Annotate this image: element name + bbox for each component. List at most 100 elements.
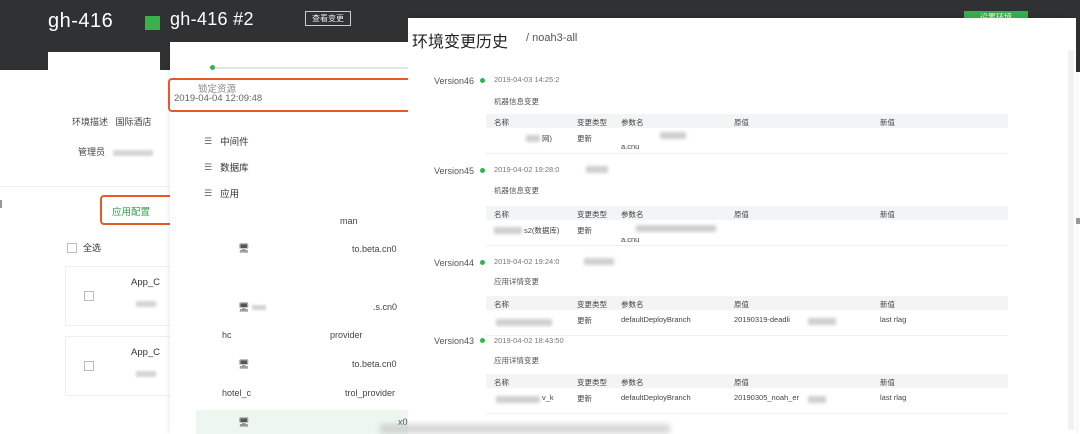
cell-new: last rlag <box>880 393 907 402</box>
cell-param: a.cnu <box>621 235 640 244</box>
col-type: 变更类型 <box>577 300 607 309</box>
host-name: .s.cn0 <box>373 302 398 312</box>
col-new: 新值 <box>880 378 895 387</box>
app-card[interactable]: App_C <box>65 266 172 326</box>
version-time: 2019-04-02 19:24:0 <box>494 257 560 266</box>
edge-marker <box>0 200 2 208</box>
host-name: to.beta.cn0 <box>352 244 397 254</box>
cell-type: 更新 <box>577 394 592 403</box>
app-name: App_C <box>131 277 161 288</box>
select-all-row[interactable]: 全选 <box>67 241 101 254</box>
env-desc-value: 国际酒店 <box>115 117 152 127</box>
monitor-icon: 🖥 <box>238 359 250 369</box>
env-desc-label: 环境描述 <box>72 117 109 127</box>
col-param: 参数名 <box>621 210 644 219</box>
redacted-app-info <box>136 301 156 307</box>
col-new: 新值 <box>880 300 895 309</box>
col-name: 名称 <box>494 378 509 387</box>
redacted-time <box>586 166 608 173</box>
col-param: 参数名 <box>621 118 644 127</box>
change-table: 名称 变更类型 参数名 原值 新值 网) 更新 a.cnu <box>486 114 1008 154</box>
host-row-selected[interactable]: 🖥 <box>238 417 249 428</box>
version-time: 2019-04-03 14:25:2 <box>494 75 560 84</box>
app-checkbox[interactable] <box>84 291 94 301</box>
list-icon: ☰ <box>204 161 213 172</box>
cell-type: 更新 <box>577 316 592 325</box>
cell-type: 更新 <box>577 134 592 143</box>
table-row: 更新 defaultDeployBranch 20190319-deadli l… <box>486 310 1008 336</box>
select-all-checkbox[interactable] <box>67 242 77 253</box>
env-build-title: gh-416 #2 <box>170 9 254 29</box>
list-icon: ☰ <box>204 187 213 198</box>
monitor-icon: 🖥 <box>238 417 250 427</box>
redacted-admin <box>112 149 153 156</box>
history-dialog: 环境变更历史 / noah3-all Version46 2019-04-03 … <box>408 18 1076 434</box>
timeline-dot <box>480 260 485 265</box>
cell-type: 更新 <box>577 226 592 235</box>
timeline-dot <box>480 168 485 173</box>
app-group-label: man <box>340 216 358 226</box>
app-card[interactable]: App_C <box>65 336 172 396</box>
progress-track <box>210 65 422 70</box>
col-type: 变更类型 <box>577 118 607 127</box>
tree-item-middleware[interactable]: ☰ 中间件 <box>204 134 249 149</box>
tree-label: 应用 <box>220 189 240 200</box>
redacted-old <box>808 396 826 403</box>
change-category: 应用详情变更 <box>494 356 539 365</box>
col-name: 名称 <box>494 118 509 127</box>
change-table: 名称 变更类型 参数名 原值 新值 s2(数据库) 更新 a.cnu <box>486 206 1008 246</box>
timeline-dot <box>480 78 485 83</box>
col-new: 新值 <box>880 210 895 219</box>
change-category: 应用详情变更 <box>494 277 539 286</box>
redacted-name <box>494 227 522 234</box>
cell-old: 20190319-deadli <box>734 315 790 324</box>
timeline-dot <box>480 338 485 343</box>
tree-item-database[interactable]: ☰ 数据库 <box>204 160 249 175</box>
redacted-host <box>251 305 266 310</box>
host-row[interactable]: 🖥 <box>238 243 249 254</box>
env-panel-middle: gh-416 #2 查看变更 锁定资源 2019-04-04 12:09:48 … <box>160 0 422 434</box>
app-checkbox[interactable] <box>84 361 94 371</box>
list-icon: ☰ <box>204 135 213 146</box>
table-header: 名称 变更类型 参数名 原值 新值 <box>486 374 1008 388</box>
tree-label: 中间件 <box>220 137 249 148</box>
dialog-subtitle: / noah3-all <box>526 32 578 44</box>
dialog-title: 环境变更历史 <box>412 34 509 51</box>
col-type: 变更类型 <box>577 210 607 219</box>
env-title: gh-416 <box>48 10 114 32</box>
redacted-name <box>496 396 540 403</box>
env-admin-row: 管理员 <box>78 145 153 158</box>
app-group-label: trol_provider <box>345 388 396 398</box>
redacted-time <box>584 258 614 265</box>
change-category: 机器信息变更 <box>494 186 539 195</box>
cell-new: last rlag <box>880 315 907 324</box>
col-name: 名称 <box>494 300 509 309</box>
select-all-label: 全选 <box>83 243 102 253</box>
scrollbar[interactable] <box>1068 50 1074 430</box>
app-group-label: provider <box>330 330 363 340</box>
edge-marker <box>1076 218 1080 224</box>
monitor-icon: 🖥 <box>238 302 250 312</box>
tree-item-application[interactable]: ☰ 应用 <box>204 186 240 201</box>
env-panel-back: gh-416 环境描述 国际酒店 管理员 应用配置 全选 App_C App_C <box>0 0 172 434</box>
lock-resource-box: 锁定资源 2019-04-04 12:09:48 <box>168 78 422 112</box>
change-table: 名称 变更类型 参数名 原值 新值 v_k 更新 defaultDeployBr… <box>486 374 1008 414</box>
col-param: 参数名 <box>621 378 644 387</box>
tab-app-config-label: 应用配置 <box>112 207 151 218</box>
col-name: 名称 <box>494 210 509 219</box>
host-row[interactable]: 🖥 <box>238 359 249 370</box>
view-changes-button[interactable]: 查看变更 <box>305 11 351 26</box>
host-name: to.beta.cn0 <box>352 359 397 369</box>
redacted-name <box>496 319 552 326</box>
host-row[interactable]: 🖥 <box>238 302 266 313</box>
redacted-name <box>526 135 540 142</box>
env-admin-label: 管理员 <box>78 147 106 157</box>
cell-name: s2(数据库) <box>524 226 560 235</box>
tree-label: 数据库 <box>220 163 249 174</box>
redacted-param <box>660 132 686 139</box>
cell-param: a.cnu <box>621 142 640 151</box>
version-label: Version43 <box>434 336 475 346</box>
version-label: Version44 <box>434 258 475 268</box>
cell-param: defaultDeployBranch <box>621 315 691 324</box>
col-old: 原值 <box>734 118 749 127</box>
